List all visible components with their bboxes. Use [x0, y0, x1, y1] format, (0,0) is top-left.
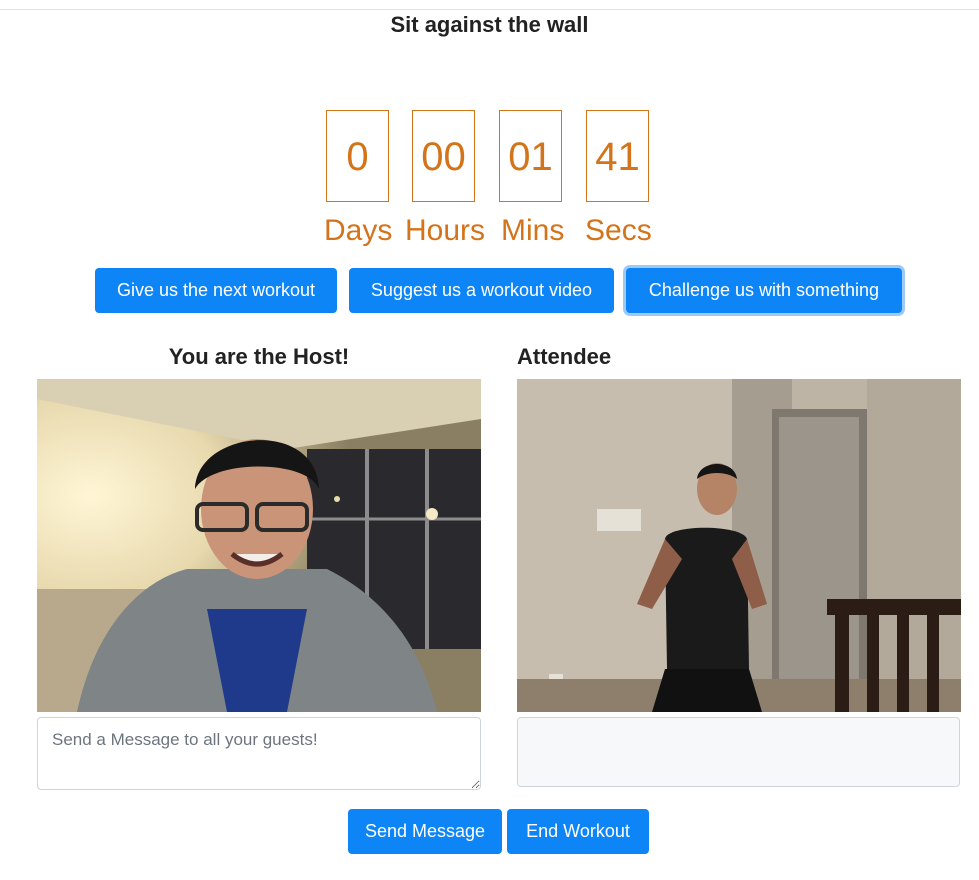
attendee-video [517, 379, 961, 712]
host-video [37, 379, 481, 712]
end-workout-button[interactable]: End Workout [507, 809, 649, 854]
countdown-secs-value: 41 [586, 110, 649, 202]
attendee-message-display [517, 717, 960, 787]
countdown-hours-label: Hours [405, 214, 486, 247]
host-message-input[interactable] [37, 717, 481, 790]
suggest-video-button[interactable]: Suggest us a workout video [349, 268, 614, 313]
top-divider [0, 9, 979, 10]
attendee-video-frame [517, 379, 961, 712]
host-heading: You are the Host! [168, 344, 350, 369]
send-message-button[interactable]: Send Message [348, 809, 502, 854]
countdown-mins-value: 01 [499, 110, 562, 202]
next-workout-button[interactable]: Give us the next workout [95, 268, 337, 313]
host-video-frame [37, 379, 481, 712]
countdown-hours-value: 00 [412, 110, 475, 202]
countdown-days-label: Days [324, 214, 393, 247]
countdown-days-value: 0 [326, 110, 389, 202]
challenge-button[interactable]: Challenge us with something [626, 268, 902, 313]
page-title: Sit against the wall [390, 12, 589, 37]
countdown-secs-label: Secs [585, 214, 652, 247]
attendee-heading: Attendee [517, 344, 612, 369]
countdown-mins-label: Mins [501, 214, 565, 247]
countdown-timer: 0 00 01 41 Days Hours Mins Secs [0, 110, 979, 260]
